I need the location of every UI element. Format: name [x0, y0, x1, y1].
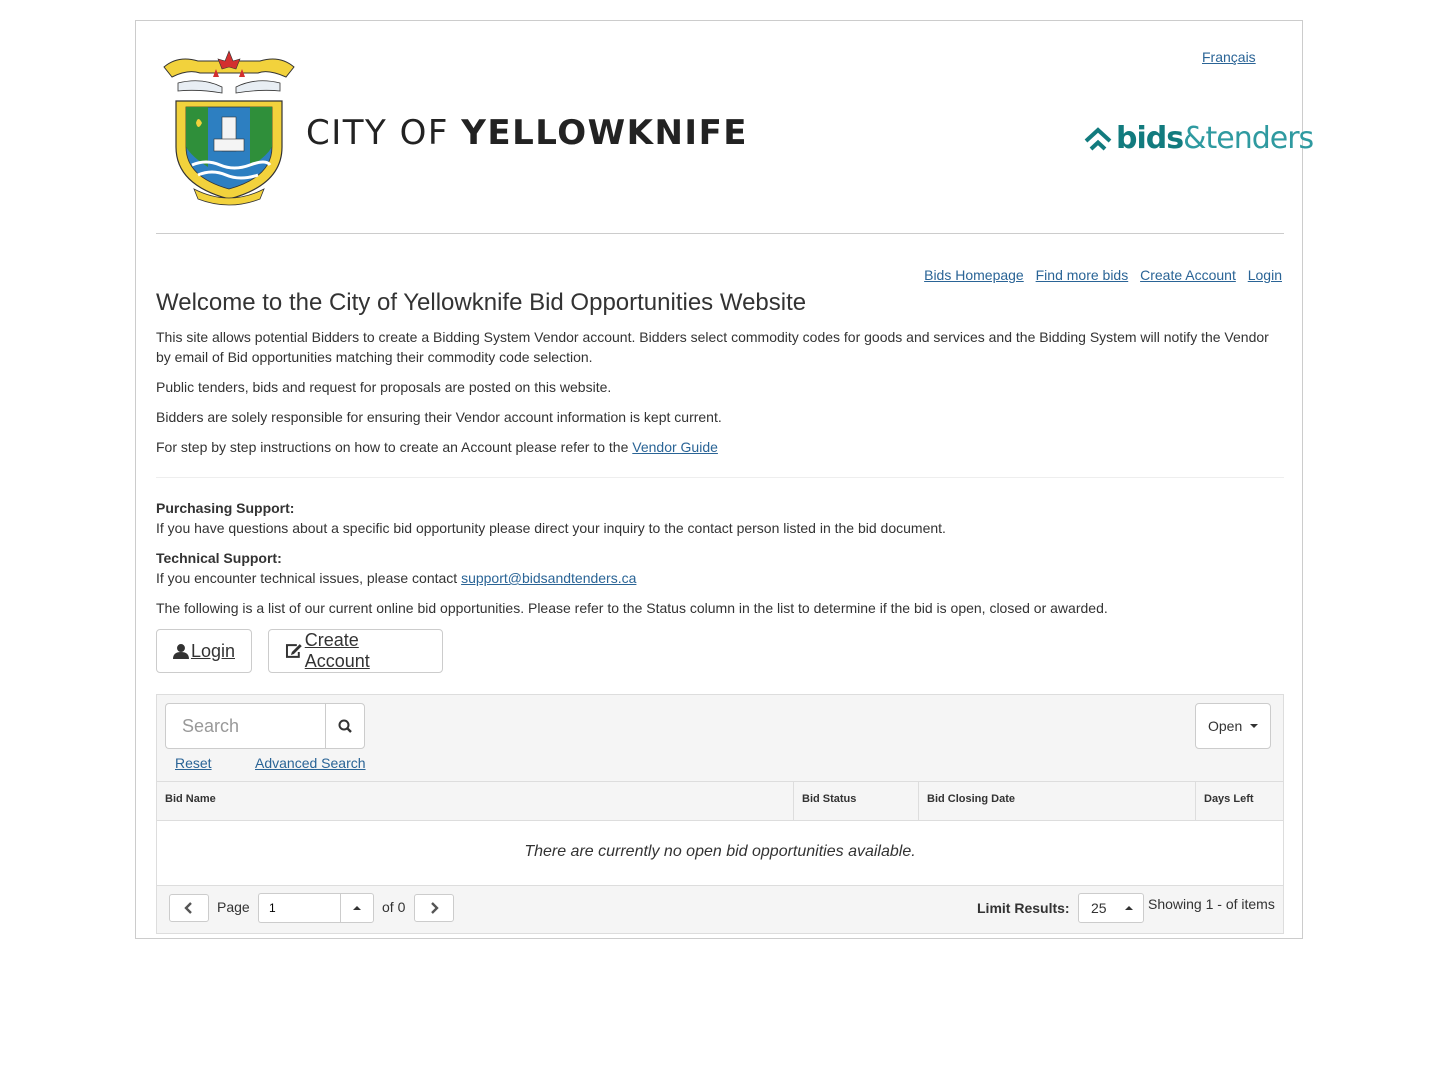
nav-create-account[interactable]: Create Account	[1140, 267, 1236, 283]
chevron-left-icon	[184, 902, 192, 914]
brand-bids: bids	[1116, 121, 1184, 156]
vendor-guide-prefix: For step by step instructions on how to …	[156, 439, 629, 455]
technical-support-prefix: If you encounter technical issues, pleas…	[156, 570, 458, 586]
search-group	[165, 703, 365, 749]
chevron-up-icon	[1124, 906, 1133, 910]
page-number-spinner[interactable]	[340, 893, 374, 923]
technical-support-title: Technical Support:	[156, 550, 282, 566]
search-button[interactable]	[325, 703, 365, 749]
login-button-label: Login	[190, 640, 235, 661]
next-page-button[interactable]	[414, 894, 454, 922]
limit-results-value: 25	[1091, 900, 1107, 916]
intro-paragraph-4: For step by step instructions on how to …	[156, 437, 1284, 457]
chevron-right-icon	[431, 902, 439, 914]
vendor-guide-link[interactable]: Vendor Guide	[632, 439, 718, 455]
showing-items-text: Showing 1 - of items	[1148, 896, 1275, 912]
status-filter-dropdown[interactable]: Open	[1195, 703, 1271, 749]
bid-list-intro: The following is a list of our current o…	[156, 600, 1108, 616]
page-count-label: of 0	[382, 899, 406, 915]
bids-tenders-logo: bids&tenders	[1116, 121, 1314, 156]
login-button[interactable]: Login	[156, 629, 252, 673]
create-account-button-label: Create Account	[304, 630, 370, 671]
bid-grid: Reset Advanced Search Open Bid Name Bid …	[156, 694, 1284, 934]
column-bid-closing-date[interactable]: Bid Closing Date	[918, 782, 1195, 820]
page-label: Page	[217, 899, 250, 915]
limit-results-dropdown[interactable]: 25	[1078, 893, 1144, 923]
page-container: CITY OF YELLOWKNIFE Français bids&tender…	[135, 20, 1314, 939]
user-icon	[173, 644, 189, 659]
status-filter-value: Open	[1208, 718, 1243, 734]
city-name-bold: YELLOWKNIFE	[461, 113, 749, 153]
advanced-search-link[interactable]: Advanced Search	[255, 755, 366, 771]
nav-login[interactable]: Login	[1248, 267, 1282, 283]
previous-page-button[interactable]	[169, 894, 209, 922]
chevron-down-icon	[1250, 724, 1259, 728]
nav-find-more-bids[interactable]: Find more bids	[1036, 267, 1129, 283]
intro-paragraph-3: Bidders are solely responsible for ensur…	[156, 409, 722, 425]
purchasing-support-text: If you have questions about a specific b…	[156, 520, 946, 536]
pager: Page of 0 Limit Results: 25 Showing 1 - …	[157, 885, 1283, 933]
bids-tenders-chevron-icon	[1084, 127, 1112, 151]
city-name-light: CITY OF	[306, 113, 449, 153]
search-icon	[338, 719, 352, 733]
create-account-button[interactable]: Create Account	[268, 629, 443, 673]
reset-link[interactable]: Reset	[175, 755, 212, 771]
city-crest-logo	[163, 50, 295, 206]
nav-bids-homepage[interactable]: Bids Homepage	[924, 267, 1024, 283]
column-bid-name[interactable]: Bid Name	[157, 782, 793, 820]
header-divider	[156, 233, 1284, 234]
page-title: Welcome to the City of Yellowknife Bid O…	[156, 289, 807, 316]
top-navigation: Bids Homepage Find more bids Create Acco…	[916, 267, 1282, 283]
table-body: There are currently no open bid opportun…	[157, 821, 1283, 885]
edit-icon	[285, 644, 302, 658]
technical-support-text: If you encounter technical issues, pleas…	[156, 568, 1284, 588]
chevron-up-icon	[353, 906, 361, 910]
intro-paragraph-1: This site allows potential Bidders to cr…	[156, 329, 1269, 365]
intro-paragraph-2: Public tenders, bids and request for pro…	[156, 379, 612, 395]
empty-message: There are currently no open bid opportun…	[524, 843, 916, 860]
language-link-francais[interactable]: Français	[1202, 49, 1256, 65]
page-number-input[interactable]	[258, 893, 340, 923]
limit-results-label: Limit Results:	[977, 900, 1070, 916]
purchasing-support-title: Purchasing Support:	[156, 500, 295, 516]
column-bid-status[interactable]: Bid Status	[793, 782, 918, 820]
brand-tenders: &tenders	[1183, 121, 1314, 156]
search-input[interactable]	[165, 703, 325, 749]
table-header: Bid Name Bid Status Bid Closing Date Day…	[157, 781, 1283, 821]
column-days-left[interactable]: Days Left	[1195, 782, 1283, 820]
support-email-link[interactable]: support@bidsandtenders.ca	[461, 570, 636, 586]
city-name: CITY OF YELLOWKNIFE	[306, 113, 748, 153]
content-divider	[156, 477, 1284, 478]
